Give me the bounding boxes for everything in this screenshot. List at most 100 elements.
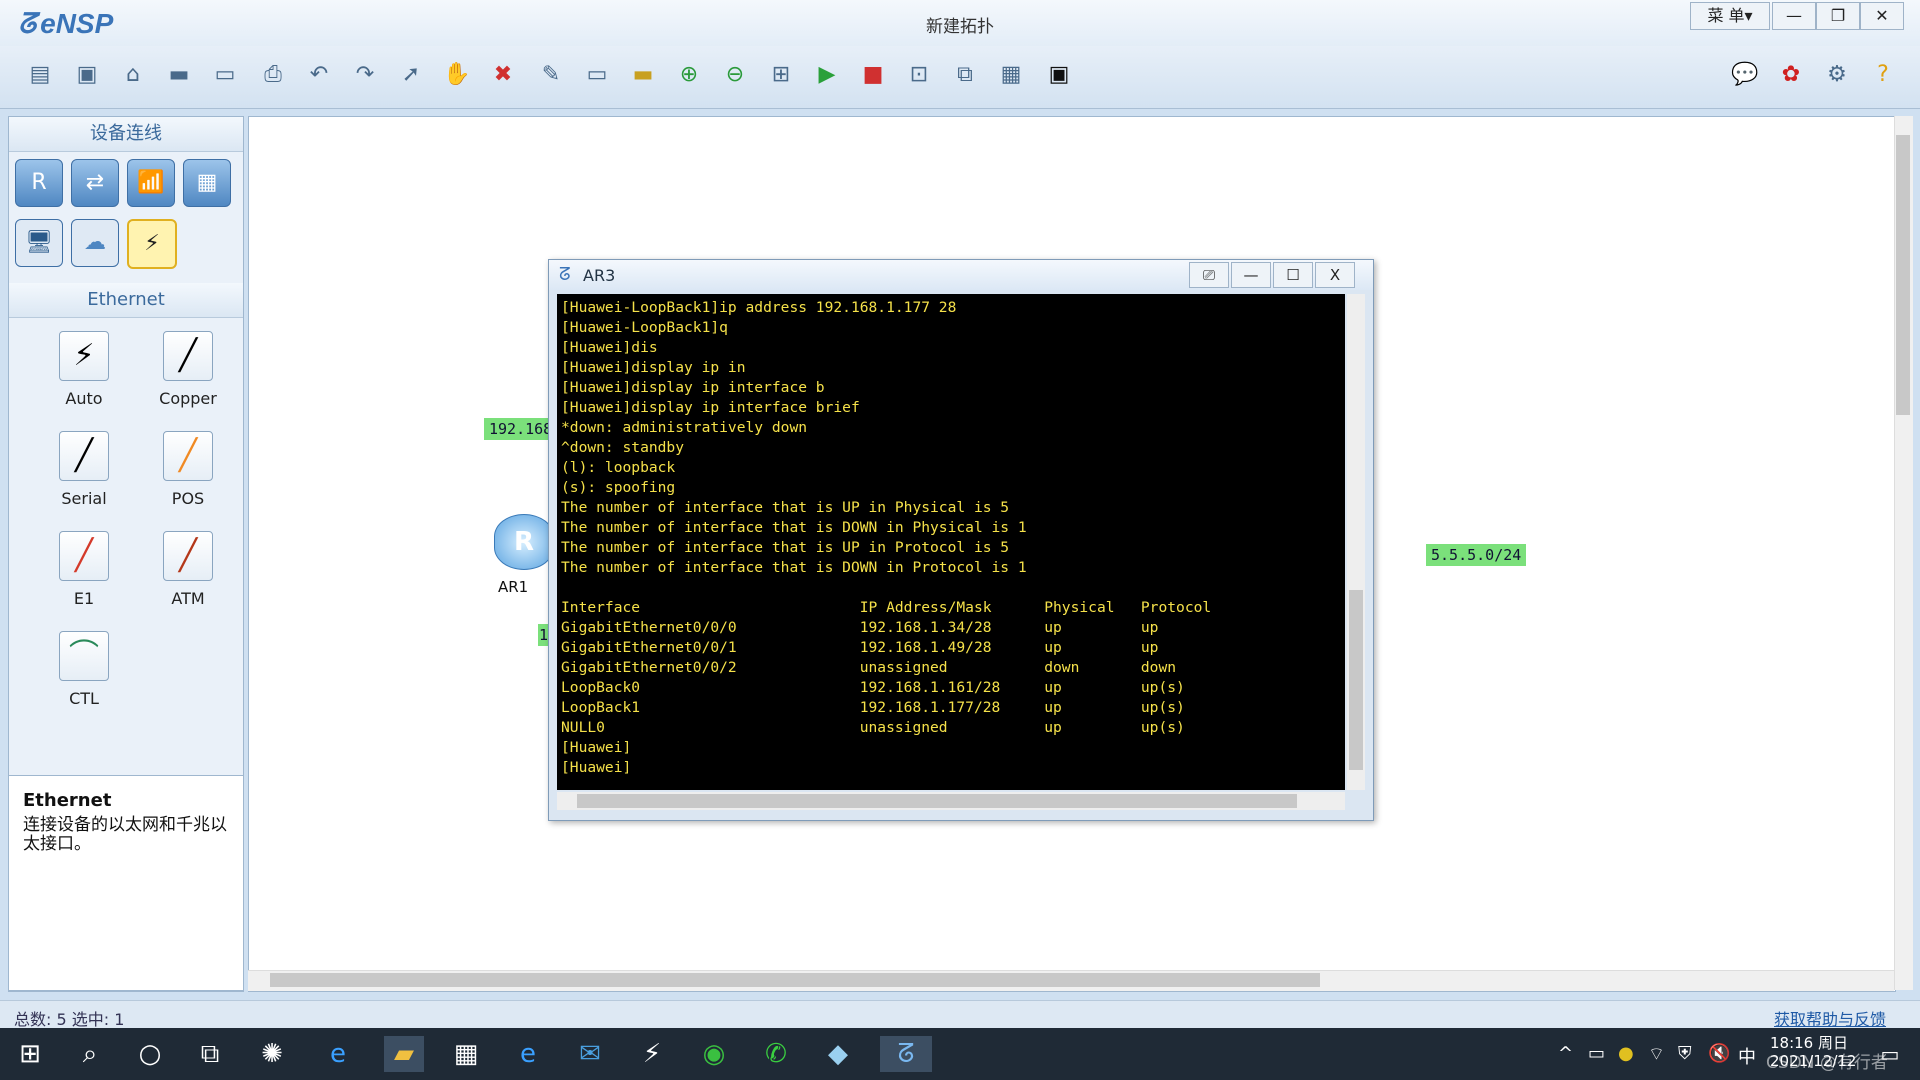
- description-text: 连接设备的以太网和千兆以太接口。: [23, 815, 227, 854]
- tray-expand-icon[interactable]: ^: [1558, 1043, 1573, 1064]
- topology-icon[interactable]: ⧉: [950, 60, 980, 90]
- chat-icon[interactable]: 💬: [1730, 60, 1760, 90]
- delete-icon[interactable]: ✖: [488, 60, 518, 90]
- open-icon[interactable]: ⌂: [118, 60, 148, 90]
- edge-icon[interactable]: e: [508, 1036, 548, 1072]
- zoom-in-icon[interactable]: ⊕: [674, 60, 704, 90]
- terminal-window: ᘔ AR3 ⎚ — ☐ X [Huawei-LoopBack1]ip addre…: [548, 259, 1374, 821]
- settings-icon[interactable]: ⚙: [1822, 60, 1852, 90]
- undo-icon[interactable]: ↶: [304, 60, 334, 90]
- mail-icon[interactable]: ✉: [570, 1036, 610, 1072]
- network-label[interactable]: 5.5.5.0/24: [1426, 544, 1527, 566]
- new-icon[interactable]: ▣: [72, 60, 102, 90]
- description-title: Ethernet: [23, 790, 112, 811]
- terminal-close-button[interactable]: X: [1315, 262, 1355, 288]
- window-title: 新建拓扑: [926, 17, 994, 37]
- defender-icon[interactable]: ⛨: [1678, 1043, 1692, 1064]
- terminal-screen[interactable]: [Huawei-LoopBack1]ip address 192.168.1.1…: [557, 294, 1345, 790]
- redo-icon[interactable]: ↷: [350, 60, 380, 90]
- print-icon[interactable]: ⎙: [258, 60, 288, 90]
- save-as-icon[interactable]: ▭: [210, 60, 240, 90]
- save-icon[interactable]: ▬: [164, 60, 194, 90]
- network-label[interactable]: 192.168: [484, 418, 556, 440]
- store-icon[interactable]: ▦: [446, 1036, 486, 1072]
- grid-icon[interactable]: ▦: [996, 60, 1026, 90]
- delete-link-icon[interactable]: ✎: [536, 60, 566, 90]
- firewall-device-icon[interactable]: ▦: [183, 159, 231, 207]
- network-label[interactable]: 1: [538, 624, 548, 646]
- minimize-button[interactable]: —: [1772, 2, 1816, 30]
- windows-taskbar: ⊞ ⌕ ○ ⧉ ✺ e ▰ ▦ e ✉ ⚡ ◉ ✆ ◆ ᘔ ^ ▭ ● ⌔ ⛨ …: [0, 1028, 1920, 1080]
- app-icon[interactable]: ✺: [252, 1036, 292, 1072]
- stop-icon[interactable]: ■: [858, 60, 888, 90]
- title-bar: ᘔ eNSP 新建拓扑 菜 单▾ — ❐ ✕: [0, 0, 1920, 47]
- restore-button[interactable]: ❐: [1816, 2, 1860, 30]
- volume-icon[interactable]: 🔇: [1708, 1043, 1730, 1064]
- cortana-icon[interactable]: ○: [130, 1036, 170, 1072]
- serial-cable-icon: ╱: [59, 431, 109, 481]
- panel-header-devices: 设备连线: [9, 117, 243, 152]
- terminal-vertical-scroll-thumb[interactable]: [1349, 590, 1363, 770]
- switch-device-icon[interactable]: ⇄: [71, 159, 119, 207]
- file-explorer-icon[interactable]: ▰: [384, 1036, 424, 1072]
- pos-cable-icon: ╱: [163, 431, 213, 481]
- terminal-output: [Huawei-LoopBack1]ip address 192.168.1.1…: [561, 299, 1212, 776]
- cable-device-icon[interactable]: ⚡: [127, 219, 177, 269]
- search-icon[interactable]: ⌕: [70, 1036, 110, 1072]
- terminal-settings-button[interactable]: ⎚: [1189, 262, 1229, 288]
- selection-count: 总数: 5 选中: 1: [14, 1010, 125, 1029]
- cable-label: CTL: [69, 689, 99, 708]
- cable-ctl[interactable]: ⌒ CTL: [0, 631, 169, 708]
- app-box-icon[interactable]: ◆: [818, 1036, 858, 1072]
- select-icon[interactable]: ➚: [396, 60, 426, 90]
- router-label[interactable]: AR1: [498, 578, 528, 596]
- zoom-out-icon[interactable]: ⊖: [720, 60, 750, 90]
- wifi-icon[interactable]: ⌔: [1648, 1043, 1665, 1066]
- wlan-device-icon[interactable]: 📶: [127, 159, 175, 207]
- help-icon[interactable]: ?: [1868, 60, 1898, 90]
- security-app-icon[interactable]: ●: [1618, 1043, 1634, 1064]
- copper-cable-icon: ╱: [163, 331, 213, 381]
- panel-header-ethernet: Ethernet: [9, 283, 243, 318]
- pc-device-icon[interactable]: 🖥: [15, 219, 63, 267]
- terminal-minimize-button[interactable]: —: [1231, 262, 1271, 288]
- status-bar: 总数: 5 选中: 1 获取帮助与反馈: [0, 1000, 1920, 1029]
- atm-cable-icon: ╱: [163, 531, 213, 581]
- capture-icon[interactable]: ⊡: [904, 60, 934, 90]
- help-feedback-link[interactable]: 获取帮助与反馈: [1774, 1006, 1886, 1030]
- task-view-icon[interactable]: ⧉: [190, 1036, 230, 1072]
- close-button[interactable]: ✕: [1860, 2, 1904, 30]
- e1-cable-icon: ╱: [59, 531, 109, 581]
- windows-start-icon[interactable]: ⊞: [10, 1036, 50, 1072]
- toolbar: ▤ ▣ ⌂ ▬ ▭ ⎙ ↶ ↷ ➚ ✋ ✖ ✎ ▭ ▬ ⊕ ⊖ ⊞ ▶ ■ ⊡ …: [0, 46, 1920, 109]
- router-device-icon[interactable]: R: [15, 159, 63, 207]
- fit-icon[interactable]: ⊞: [766, 60, 796, 90]
- browser-icon[interactable]: ◉: [694, 1036, 734, 1072]
- rectangle-icon[interactable]: ▬: [628, 60, 658, 90]
- start-icon[interactable]: ▶: [812, 60, 842, 90]
- console-icon[interactable]: ▣: [1044, 60, 1074, 90]
- terminal-horizontal-scroll-thumb[interactable]: [577, 794, 1297, 808]
- text-icon[interactable]: ▭: [582, 60, 612, 90]
- notification-icon[interactable]: ▭: [1870, 1036, 1910, 1072]
- terminal-maximize-button[interactable]: ☐: [1273, 262, 1313, 288]
- cloud-device-icon[interactable]: ☁: [71, 219, 119, 267]
- menu-button[interactable]: 菜 单▾: [1690, 2, 1770, 30]
- auto-cable-icon: ⚡: [59, 331, 109, 381]
- ie-icon[interactable]: e: [318, 1036, 358, 1072]
- terminal-title-bar[interactable]: ᘔ AR3 ⎚ — ☐ X: [549, 260, 1373, 290]
- ensp-icon[interactable]: ᘔ: [880, 1036, 932, 1072]
- input-method-icon[interactable]: 中: [1738, 1043, 1756, 1069]
- description-box: Ethernet 连接设备的以太网和千兆以太接口。: [8, 775, 244, 991]
- terminal-title: AR3: [583, 266, 616, 285]
- canvas-horizontal-scroll-thumb[interactable]: [270, 973, 1320, 987]
- wechat-icon[interactable]: ✆: [756, 1036, 796, 1072]
- ctl-cable-icon: ⌒: [59, 631, 109, 681]
- pan-icon[interactable]: ✋: [442, 60, 472, 90]
- app-bolt-icon[interactable]: ⚡: [632, 1036, 672, 1072]
- router-icon[interactable]: R: [494, 514, 554, 570]
- new-topology-icon[interactable]: ▤: [25, 60, 55, 90]
- canvas-vertical-scroll-thumb[interactable]: [1896, 135, 1910, 415]
- battery-icon[interactable]: ▭: [1588, 1043, 1605, 1064]
- huawei-icon[interactable]: ✿: [1776, 60, 1806, 90]
